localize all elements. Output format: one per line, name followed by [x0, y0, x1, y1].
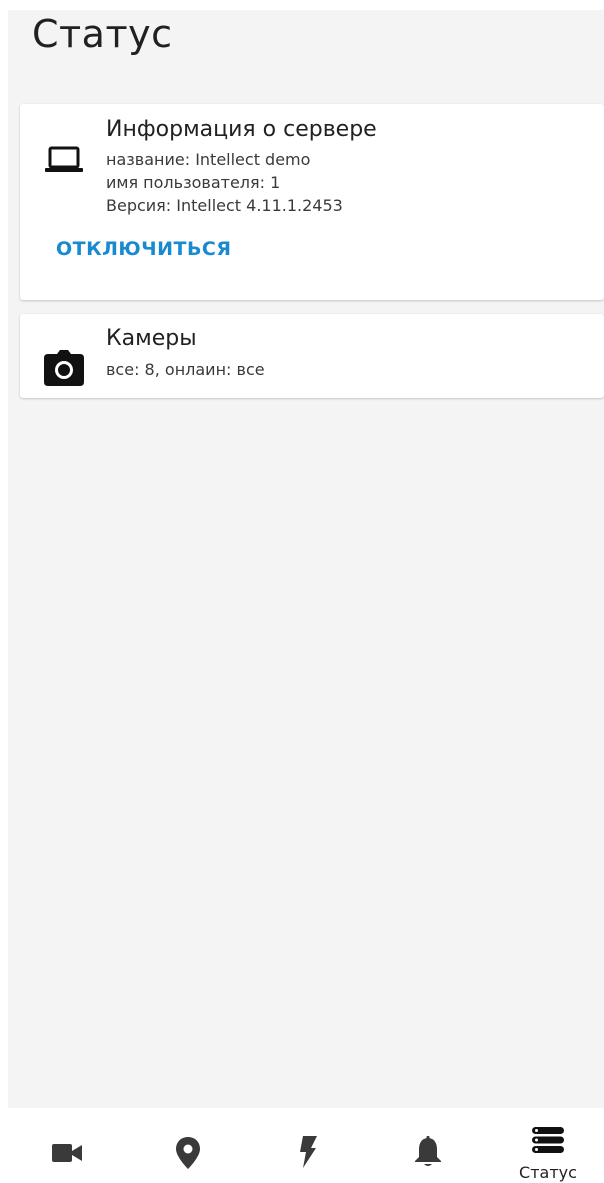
nav-item-status[interactable]: Статус [498, 1108, 598, 1183]
bottom-navigation: Статус [0, 1108, 604, 1183]
cameras-summary: все: 8, онлаин: все [106, 360, 265, 379]
disconnect-button[interactable]: ОТКЛЮЧИТЬСЯ [56, 238, 232, 260]
laptop-icon [44, 146, 84, 174]
cameras-card[interactable]: Камеры все: 8, онлаин: все [20, 314, 604, 398]
nav-label-status: Статус [519, 1163, 577, 1182]
nav-item-video[interactable] [18, 1108, 118, 1183]
video-camera-icon [52, 1144, 82, 1162]
page-title: Статус [32, 12, 173, 56]
bell-icon [415, 1136, 441, 1166]
server-version: Версия: Intellect 4.11.1.2453 [106, 196, 343, 215]
lightning-icon [300, 1136, 317, 1168]
camera-icon [44, 350, 84, 386]
nav-item-alerts[interactable] [378, 1108, 478, 1183]
server-stack-icon [532, 1127, 564, 1153]
nav-item-events[interactable] [258, 1108, 358, 1183]
cameras-title: Камеры [106, 326, 197, 351]
server-info-card: Информация о сервере название: Intellect… [20, 104, 604, 300]
server-info-title: Информация о сервере [106, 117, 377, 142]
server-user: имя пользователя: 1 [106, 173, 281, 192]
status-screen: Статус Информация о сервере название: In… [8, 10, 604, 1108]
nav-item-map[interactable] [138, 1108, 238, 1183]
server-name: название: Intellect demo [106, 150, 311, 169]
map-pin-icon [176, 1137, 200, 1169]
